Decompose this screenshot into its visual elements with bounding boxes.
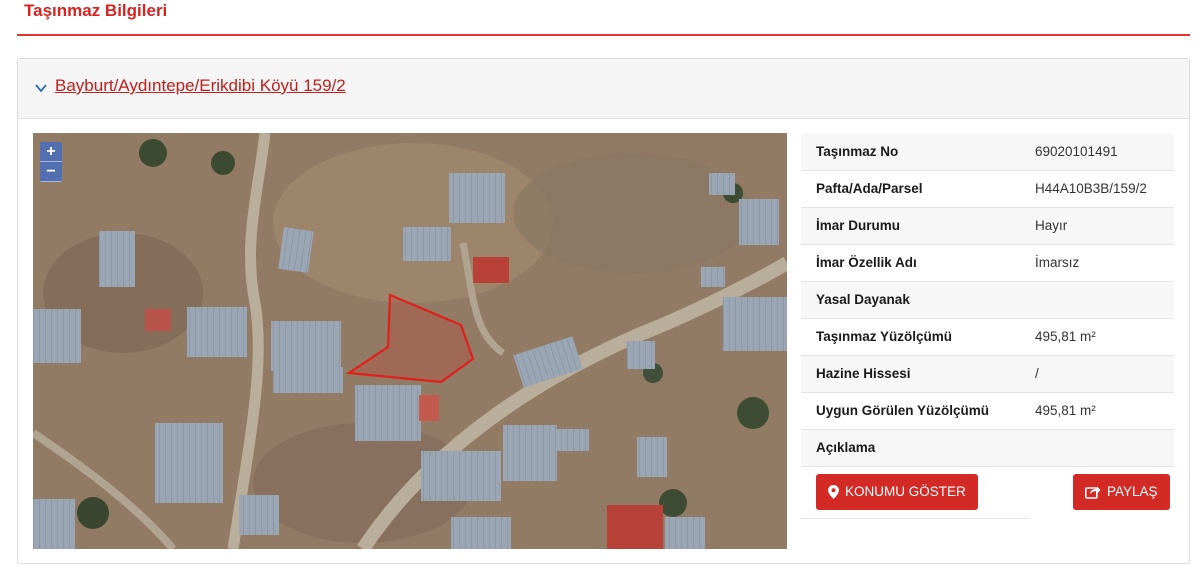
table-row: Pafta/Ada/Parsel H44A10B3B/159/2	[801, 170, 1174, 208]
map-imagery	[33, 133, 787, 549]
share-button[interactable]: PAYLAŞ	[1073, 474, 1170, 510]
table-row: Uygun Görülen Yüzölçümü 495,81 m²	[801, 392, 1174, 430]
table-row: Yasal Dayanak	[801, 281, 1174, 319]
page-title: Taşınmaz Bilgileri	[24, 1, 168, 20]
property-details: Taşınmaz No 69020101491 Pafta/Ada/Parsel H…	[801, 133, 1174, 467]
table-row: Açıklama	[801, 429, 1174, 467]
table-row: Taşınmaz Yüzölçümü 495,81 m²	[801, 318, 1174, 356]
detail-label: İmar Durumu	[801, 207, 1019, 245]
detail-label: Taşınmaz No	[801, 133, 1019, 171]
detail-value: Hayır	[1019, 207, 1174, 245]
show-location-button[interactable]: KONUMU GÖSTER	[816, 474, 978, 510]
property-panel: Bayburt/Aydıntepe/Erikdibi Köyü 159/2 + …	[17, 58, 1190, 564]
detail-value: 495,81 m²	[1019, 392, 1174, 430]
detail-label: Uygun Görülen Yüzölçümü	[801, 392, 1019, 430]
detail-value: 495,81 m²	[1019, 318, 1174, 356]
detail-label: Açıklama	[801, 429, 1019, 467]
detail-value: /	[1019, 355, 1174, 393]
table-row: Hazine Hissesi /	[801, 355, 1174, 393]
detail-value: H44A10B3B/159/2	[1019, 170, 1174, 208]
zoom-in-button[interactable]: +	[40, 142, 62, 162]
detail-label: Hazine Hissesi	[801, 355, 1019, 393]
chevron-down-icon[interactable]	[34, 81, 48, 95]
divider	[801, 518, 1029, 519]
detail-value	[1019, 429, 1174, 467]
share-label: PAYLAŞ	[1107, 484, 1158, 499]
zoom-controls: + −	[40, 142, 62, 182]
action-buttons: KONUMU GÖSTER PAYLAŞ	[801, 465, 1174, 519]
page-header: Taşınmaz Bilgileri	[17, 0, 1190, 36]
table-row: İmar Durumu Hayır	[801, 207, 1174, 245]
property-panel-header[interactable]: Bayburt/Aydıntepe/Erikdibi Köyü 159/2	[18, 59, 1189, 119]
detail-value: 69020101491	[1019, 133, 1174, 171]
satellite-map[interactable]: + −	[33, 133, 787, 549]
zoom-out-button[interactable]: −	[40, 162, 62, 182]
share-icon	[1085, 486, 1101, 499]
map-marker-icon	[828, 485, 839, 499]
property-title-link[interactable]: Bayburt/Aydıntepe/Erikdibi Köyü 159/2	[55, 76, 346, 96]
details-table: Taşınmaz No 69020101491 Pafta/Ada/Parsel H…	[801, 133, 1174, 467]
detail-label: Pafta/Ada/Parsel	[801, 170, 1019, 208]
detail-label: Taşınmaz Yüzölçümü	[801, 318, 1019, 356]
table-row: Taşınmaz No 69020101491	[801, 133, 1174, 171]
show-location-label: KONUMU GÖSTER	[845, 484, 966, 499]
detail-label: Yasal Dayanak	[801, 281, 1019, 319]
detail-label: İmar Özellik Adı	[801, 244, 1019, 282]
detail-value	[1019, 281, 1174, 319]
table-row: İmar Özellik Adı İmarsız	[801, 244, 1174, 282]
detail-value: İmarsız	[1019, 244, 1174, 282]
